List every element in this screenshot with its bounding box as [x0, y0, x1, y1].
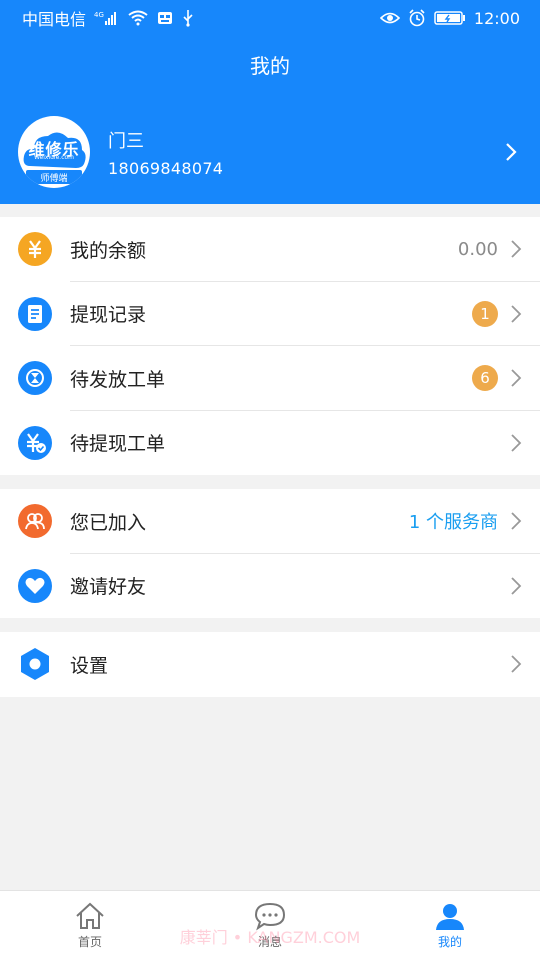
chevron-right-icon [511, 577, 522, 595]
document-icon [18, 296, 52, 331]
tab-label: 消息 [257, 935, 282, 949]
battery-icon [434, 10, 466, 26]
chevron-right-icon [506, 143, 517, 161]
eye-icon [379, 11, 400, 25]
menu-item-balance[interactable]: 我的余额 0.00 [0, 217, 540, 282]
page-title: 我的 [250, 54, 290, 78]
clock-time: 12:00 [473, 8, 520, 28]
tab-label: 我的 [437, 935, 462, 949]
home-icon [76, 902, 104, 929]
carrier-label: 中国电信 [22, 10, 87, 29]
profile-card[interactable]: 维修乐 Weixiule.com 师傅端 门三 18069848074 [18, 114, 522, 190]
count-badge: 1 [472, 300, 498, 327]
count-badge: 6 [472, 365, 498, 392]
network-type: 4G [94, 11, 104, 19]
yen-check-icon [18, 425, 52, 460]
menu-label: 邀请好友 [70, 576, 147, 599]
profile-header: 我的 维修乐 Weixiule.com 师傅端 门三 18069848074 [0, 36, 540, 204]
menu-label: 待提现工单 [70, 433, 166, 456]
menu-label: 设置 [70, 654, 109, 677]
avatar-url-text: Weixiule.com [33, 154, 75, 161]
settings-menu-group: 设置 [0, 632, 540, 697]
menu-item-pending-orders[interactable]: 待发放工单 6 [0, 346, 540, 411]
chevron-right-icon [511, 305, 522, 323]
tab-messages[interactable]: 消息 [180, 891, 360, 960]
signal-icon: 4G [94, 10, 120, 26]
user-icon [436, 904, 464, 930]
balance-value: 0.00 [457, 238, 498, 260]
menu-label: 您已加入 [70, 511, 147, 534]
alarm-icon [408, 9, 426, 27]
chevron-right-icon [511, 369, 522, 387]
people-icon [18, 504, 52, 539]
avatar: 维修乐 Weixiule.com 师傅端 [18, 116, 90, 188]
menu-label: 待发放工单 [70, 368, 166, 391]
usb-icon [182, 9, 194, 27]
menu-label: 提现记录 [70, 304, 147, 327]
chevron-right-icon [511, 655, 522, 673]
tab-label: 首页 [77, 935, 102, 949]
menu-label: 我的余额 [70, 239, 147, 262]
menu-item-invite-friends[interactable]: 邀请好友 [0, 554, 540, 619]
bottom-tab-bar: 首页 消息 我的 康莘门 • KANGZM.COM [0, 890, 540, 960]
status-bar: 中国电信 4G 12:00 [0, 0, 540, 36]
wifi-icon [128, 10, 148, 26]
providers-count-value: 1 个服务商 [408, 512, 498, 534]
menu-item-joined-providers[interactable]: 您已加入 1 个服务商 [0, 489, 540, 554]
avatar-role-badge: 师傅端 [26, 170, 82, 184]
social-menu-group: 您已加入 1 个服务商 邀请好友 [0, 489, 540, 618]
chevron-right-icon [511, 434, 522, 452]
menu-item-withdrawable-orders[interactable]: 待提现工单 [0, 411, 540, 476]
heart-icon [18, 568, 52, 603]
menu-item-settings[interactable]: 设置 [0, 632, 540, 697]
tab-profile[interactable]: 我的 [360, 891, 540, 960]
hexagon-settings-icon [18, 647, 52, 681]
profile-info: 门三 18069848074 [108, 127, 500, 178]
chat-icon [254, 902, 286, 931]
menu-item-withdraw-records[interactable]: 提现记录 1 [0, 282, 540, 346]
robot-icon [156, 9, 174, 27]
chevron-right-icon [511, 512, 522, 530]
hourglass-icon [18, 361, 52, 396]
profile-name: 门三 [108, 130, 144, 152]
chevron-right-icon [511, 240, 522, 258]
yen-icon [18, 232, 52, 267]
wallet-menu-group: 我的余额 0.00 提现记录 1 待发放工单 6 待提现工单 [0, 217, 540, 475]
profile-phone: 18069848074 [108, 158, 224, 178]
tab-home[interactable]: 首页 [0, 891, 180, 960]
